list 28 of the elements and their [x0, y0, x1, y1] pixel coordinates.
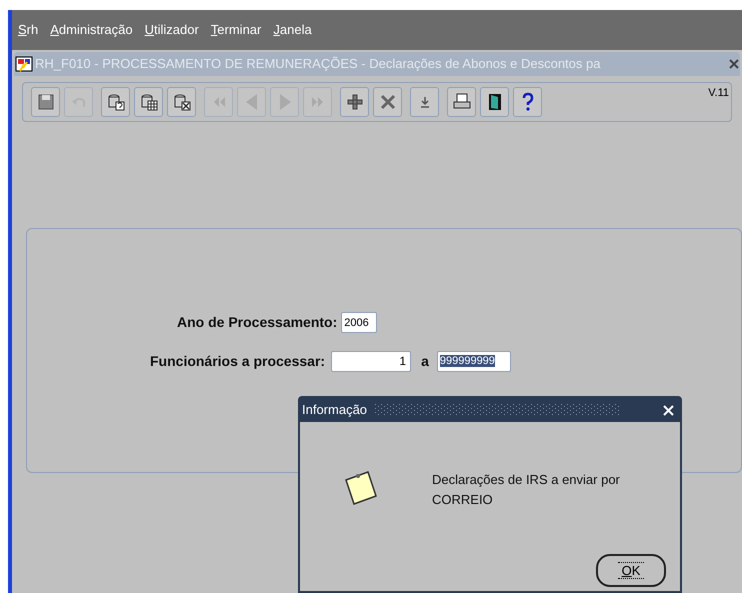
range-separator: a [421, 352, 429, 371]
execute-button[interactable] [134, 87, 163, 117]
field-label: Ano de Processamento: [177, 313, 338, 332]
input-field[interactable]: 1 [331, 351, 412, 372]
insert-button[interactable] [340, 87, 369, 117]
delete-button[interactable] [373, 87, 402, 117]
menu-item[interactable]: Administração [50, 20, 133, 40]
menu-item[interactable]: Utilizador [144, 20, 199, 40]
menu-item[interactable]: Terminar [210, 20, 262, 40]
message-text: Declarações de IRS a enviar por CORREIO [432, 471, 621, 509]
field-label: Funcionários a processar: [150, 352, 326, 371]
cancel-button[interactable] [167, 87, 196, 117]
version-label: V.11 [708, 86, 729, 101]
exit-button[interactable] [480, 87, 509, 117]
download-button[interactable] [410, 87, 439, 117]
query-button[interactable] [101, 87, 130, 117]
input-field[interactable]: 2006 [341, 312, 378, 333]
note-icon [344, 468, 380, 506]
menu-item[interactable]: Janela [273, 20, 312, 40]
help-button[interactable] [513, 87, 542, 117]
app-icon [15, 55, 33, 73]
dialog-title: Informação [302, 401, 368, 420]
input-field[interactable]: 999999999 [436, 351, 511, 372]
print-button[interactable] [447, 87, 476, 117]
menu-item[interactable]: Srh [18, 20, 38, 40]
save-button[interactable] [31, 87, 60, 117]
ok-button[interactable]: OK [596, 554, 666, 587]
window-title: RH_F010 - PROCESSAMENTO DE REMUNERAÇÕES - Declarações de Abonos e Descontos pa [35, 55, 602, 74]
